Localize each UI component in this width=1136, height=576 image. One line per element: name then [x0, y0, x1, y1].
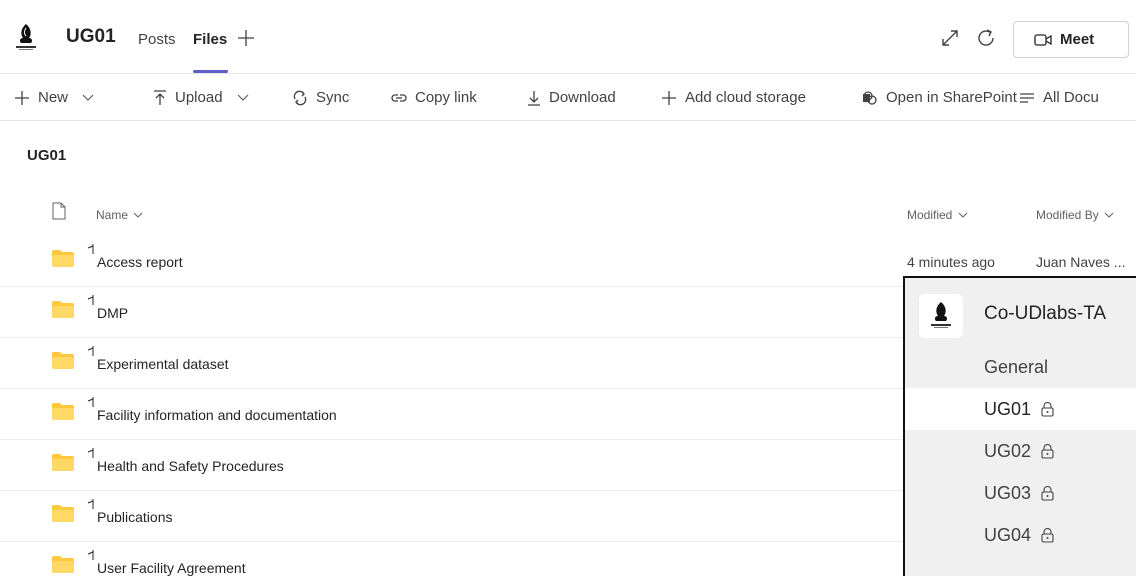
open-in-sharepoint-button[interactable]: Open in SharePoint: [862, 89, 1017, 106]
column-label-modified: Modified: [907, 208, 953, 222]
folder-icon: [52, 505, 74, 522]
view-options-label: All Docu: [1043, 89, 1099, 106]
row-name[interactable]: Experimental dataset: [97, 356, 229, 372]
folder-icon: [52, 454, 74, 471]
tab-posts[interactable]: Posts: [138, 31, 176, 48]
folder-icon: [52, 301, 74, 318]
channel-label: UG04: [984, 525, 1032, 545]
column-label-modified-by: Modified By: [1036, 208, 1099, 222]
add-tab-button[interactable]: [237, 25, 255, 53]
view-icon: [1020, 92, 1034, 103]
active-tab-indicator: [193, 70, 228, 73]
add-cloud-storage-label: Add cloud storage: [685, 89, 806, 106]
download-button[interactable]: Download: [527, 89, 616, 106]
popout-team-name: Co-UDlabs-TA: [984, 303, 1107, 324]
chevron-down-icon: [958, 212, 968, 218]
channel-label: UG02: [984, 441, 1032, 461]
row-name[interactable]: Health and Safety Procedures: [97, 458, 284, 474]
copy-link-label: Copy link: [415, 89, 477, 106]
row-name[interactable]: Publications: [97, 509, 173, 525]
add-cloud-storage-button[interactable]: Add cloud storage: [661, 89, 806, 106]
channel-item-general[interactable]: General: [905, 346, 1136, 388]
lock-icon: [1041, 402, 1054, 417]
row-name[interactable]: DMP: [97, 305, 128, 321]
row-name[interactable]: Access report: [97, 254, 183, 270]
column-header-modified-by[interactable]: Modified By: [1036, 208, 1114, 222]
download-label: Download: [549, 89, 616, 106]
column-label-name: Name: [96, 208, 129, 222]
chevron-down-icon: [237, 94, 248, 101]
team-name[interactable]: UG01: [66, 26, 116, 48]
lock-icon: [1041, 528, 1054, 543]
sharepoint-icon: [863, 90, 877, 105]
new-button[interactable]: New: [14, 89, 94, 106]
row-modified-by: Juan Naves ...: [1036, 254, 1126, 270]
team-logo-icon: [931, 302, 951, 328]
library-title: UG01: [27, 147, 67, 164]
folder-icon: [52, 403, 74, 420]
folder-icon: [52, 556, 74, 573]
row-modified: 4 minutes ago: [907, 254, 995, 270]
row-name[interactable]: Facility information and documentation: [97, 407, 337, 423]
video-camera-icon: [1034, 33, 1052, 46]
sync-icon: [293, 90, 307, 105]
plus-icon: [15, 90, 29, 105]
new-label: New: [38, 89, 69, 106]
team-logo-icon: [16, 24, 36, 50]
channel-item-ug04[interactable]: UG04: [905, 514, 1136, 556]
channel-item-ug01[interactable]: UG01: [905, 388, 1136, 430]
column-header-modified[interactable]: Modified: [907, 208, 968, 222]
copy-link-button[interactable]: Copy link: [391, 89, 477, 106]
refresh-icon[interactable]: [974, 26, 998, 50]
view-options-button[interactable]: All Docu: [1019, 89, 1099, 106]
command-bar: New Upload Sync Copy link Download Add c…: [0, 75, 1136, 121]
sync-label: Sync: [316, 89, 350, 106]
upload-button[interactable]: Upload: [153, 89, 249, 106]
download-icon: [528, 90, 540, 106]
team-header: UG01 Posts Files Meet: [0, 0, 1136, 74]
open-in-sharepoint-label: Open in SharePoint: [886, 89, 1017, 106]
channel-label: General: [984, 357, 1049, 377]
upload-label: Upload: [175, 89, 223, 106]
meet-label: Meet: [1060, 31, 1095, 48]
link-icon: [391, 93, 407, 102]
popout-team-header[interactable]: Co-UDlabs-TA: [905, 278, 1136, 348]
plus-icon: [238, 30, 254, 46]
channel-item-ug02[interactable]: UG02: [905, 430, 1136, 472]
chevron-down-icon: [82, 94, 94, 101]
chevron-down-icon: [1104, 212, 1114, 218]
channel-label: UG01: [984, 399, 1032, 419]
channel-list-popout: Co-UDlabs-TA General UG01 UG02 UG03 UG04: [903, 276, 1136, 576]
channel-label: UG03: [984, 483, 1032, 503]
meet-button[interactable]: Meet: [1013, 21, 1129, 58]
expand-icon[interactable]: [938, 26, 962, 50]
team-avatar: [919, 294, 963, 338]
sync-button[interactable]: Sync: [292, 89, 349, 106]
upload-icon: [154, 89, 166, 105]
lock-icon: [1041, 486, 1054, 501]
channel-item-ug03[interactable]: UG03: [905, 472, 1136, 514]
tab-files[interactable]: Files: [193, 31, 227, 48]
chevron-down-icon: [134, 212, 143, 218]
plus-icon: [662, 90, 676, 105]
column-header-name[interactable]: Name: [96, 208, 143, 222]
lock-icon: [1041, 444, 1054, 459]
folder-icon: [52, 352, 74, 369]
folder-icon: [52, 250, 74, 267]
row-name[interactable]: User Facility Agreement: [97, 560, 246, 576]
file-type-icon: [52, 202, 66, 220]
